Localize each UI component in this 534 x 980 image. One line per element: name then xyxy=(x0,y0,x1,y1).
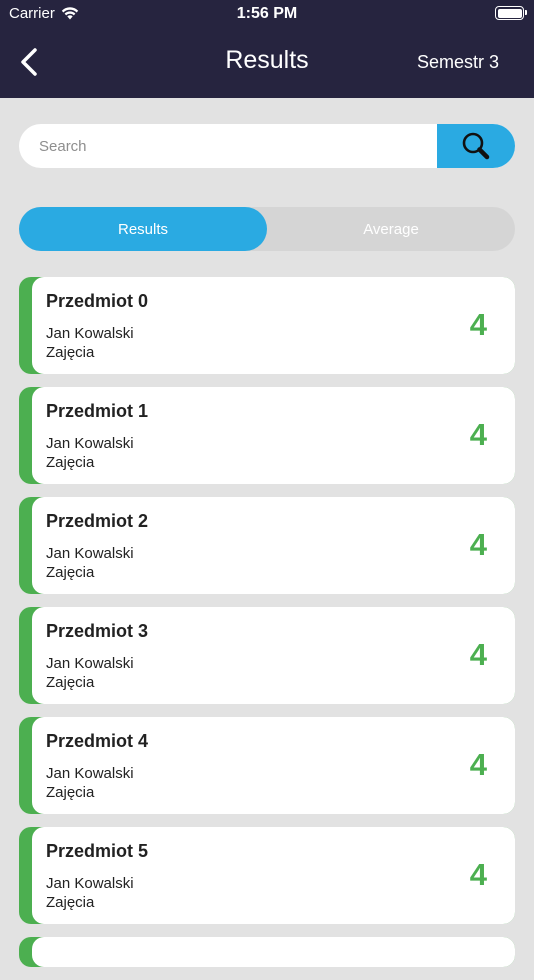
battery-icon xyxy=(495,6,527,20)
tab-results[interactable]: Results xyxy=(19,207,267,251)
teacher-name: Jan Kowalski xyxy=(46,655,134,672)
search-input[interactable] xyxy=(19,124,437,168)
result-card-body xyxy=(32,937,515,967)
class-type: Zajęcia xyxy=(46,564,95,581)
search-bar xyxy=(19,124,515,168)
result-card-body: Przedmiot 1 Jan Kowalski Zajęcia 4 xyxy=(32,387,515,484)
teacher-name: Jan Kowalski xyxy=(46,435,134,452)
grade-value: 4 xyxy=(469,857,487,892)
result-card-body: Przedmiot 0 Jan Kowalski Zajęcia 4 xyxy=(32,277,515,374)
subject-name: Przedmiot 0 xyxy=(46,291,149,311)
grade-value: 4 xyxy=(469,307,487,342)
result-card[interactable]: Przedmiot 3 Jan Kowalski Zajęcia 4 xyxy=(19,607,515,704)
result-card-body: Przedmiot 3 Jan Kowalski Zajęcia 4 xyxy=(32,607,515,704)
class-type: Zajęcia xyxy=(46,454,95,471)
subject-name: Przedmiot 2 xyxy=(46,511,149,531)
teacher-name: Jan Kowalski xyxy=(46,325,134,342)
status-bar: Carrier 1:56 PM xyxy=(0,0,534,28)
result-card-body: Przedmiot 5 Jan Kowalski Zajęcia 4 xyxy=(32,827,515,924)
subject-name: Przedmiot 1 xyxy=(46,401,149,421)
result-card-body: Przedmiot 4 Jan Kowalski Zajęcia 4 xyxy=(32,717,515,814)
class-type: Zajęcia xyxy=(46,894,95,911)
status-time: 1:56 PM xyxy=(236,5,298,22)
teacher-name: Jan Kowalski xyxy=(46,875,134,892)
search-icon xyxy=(462,132,490,160)
search-button[interactable] xyxy=(437,124,515,168)
subject-name: Przedmiot 3 xyxy=(46,621,149,641)
teacher-name: Jan Kowalski xyxy=(46,545,134,562)
class-type: Zajęcia xyxy=(46,344,95,361)
result-card[interactable]: Przedmiot 4 Jan Kowalski Zajęcia 4 xyxy=(19,717,515,814)
result-card-partial[interactable] xyxy=(19,937,515,967)
teacher-name: Jan Kowalski xyxy=(46,765,134,782)
tab-average[interactable]: Average xyxy=(267,207,515,251)
result-card[interactable]: Przedmiot 2 Jan Kowalski Zajęcia 4 xyxy=(19,497,515,594)
result-card[interactable]: Przedmiot 1 Jan Kowalski Zajęcia 4 xyxy=(19,387,515,484)
grade-value: 4 xyxy=(469,417,487,452)
app-header: Carrier 1:56 PM Results Semestr 3 xyxy=(0,0,534,98)
subject-name: Przedmiot 4 xyxy=(46,731,149,751)
subject-name: Przedmiot 5 xyxy=(46,841,149,861)
result-card[interactable]: Przedmiot 0 Jan Kowalski Zajęcia 4 xyxy=(19,277,515,374)
class-type: Zajęcia xyxy=(46,674,95,691)
result-card-body: Przedmiot 2 Jan Kowalski Zajęcia 4 xyxy=(32,497,515,594)
result-card[interactable]: Przedmiot 5 Jan Kowalski Zajęcia 4 xyxy=(19,827,515,924)
grade-value: 4 xyxy=(469,527,487,562)
class-type: Zajęcia xyxy=(46,784,95,801)
grade-value: 4 xyxy=(469,637,487,672)
grade-value: 4 xyxy=(469,747,487,782)
semester-selector[interactable]: Semestr 3 xyxy=(417,52,499,73)
results-average-toggle: Results Average xyxy=(19,207,515,251)
results-list: Przedmiot 0 Jan Kowalski Zajęcia 4 Przed… xyxy=(19,277,515,980)
